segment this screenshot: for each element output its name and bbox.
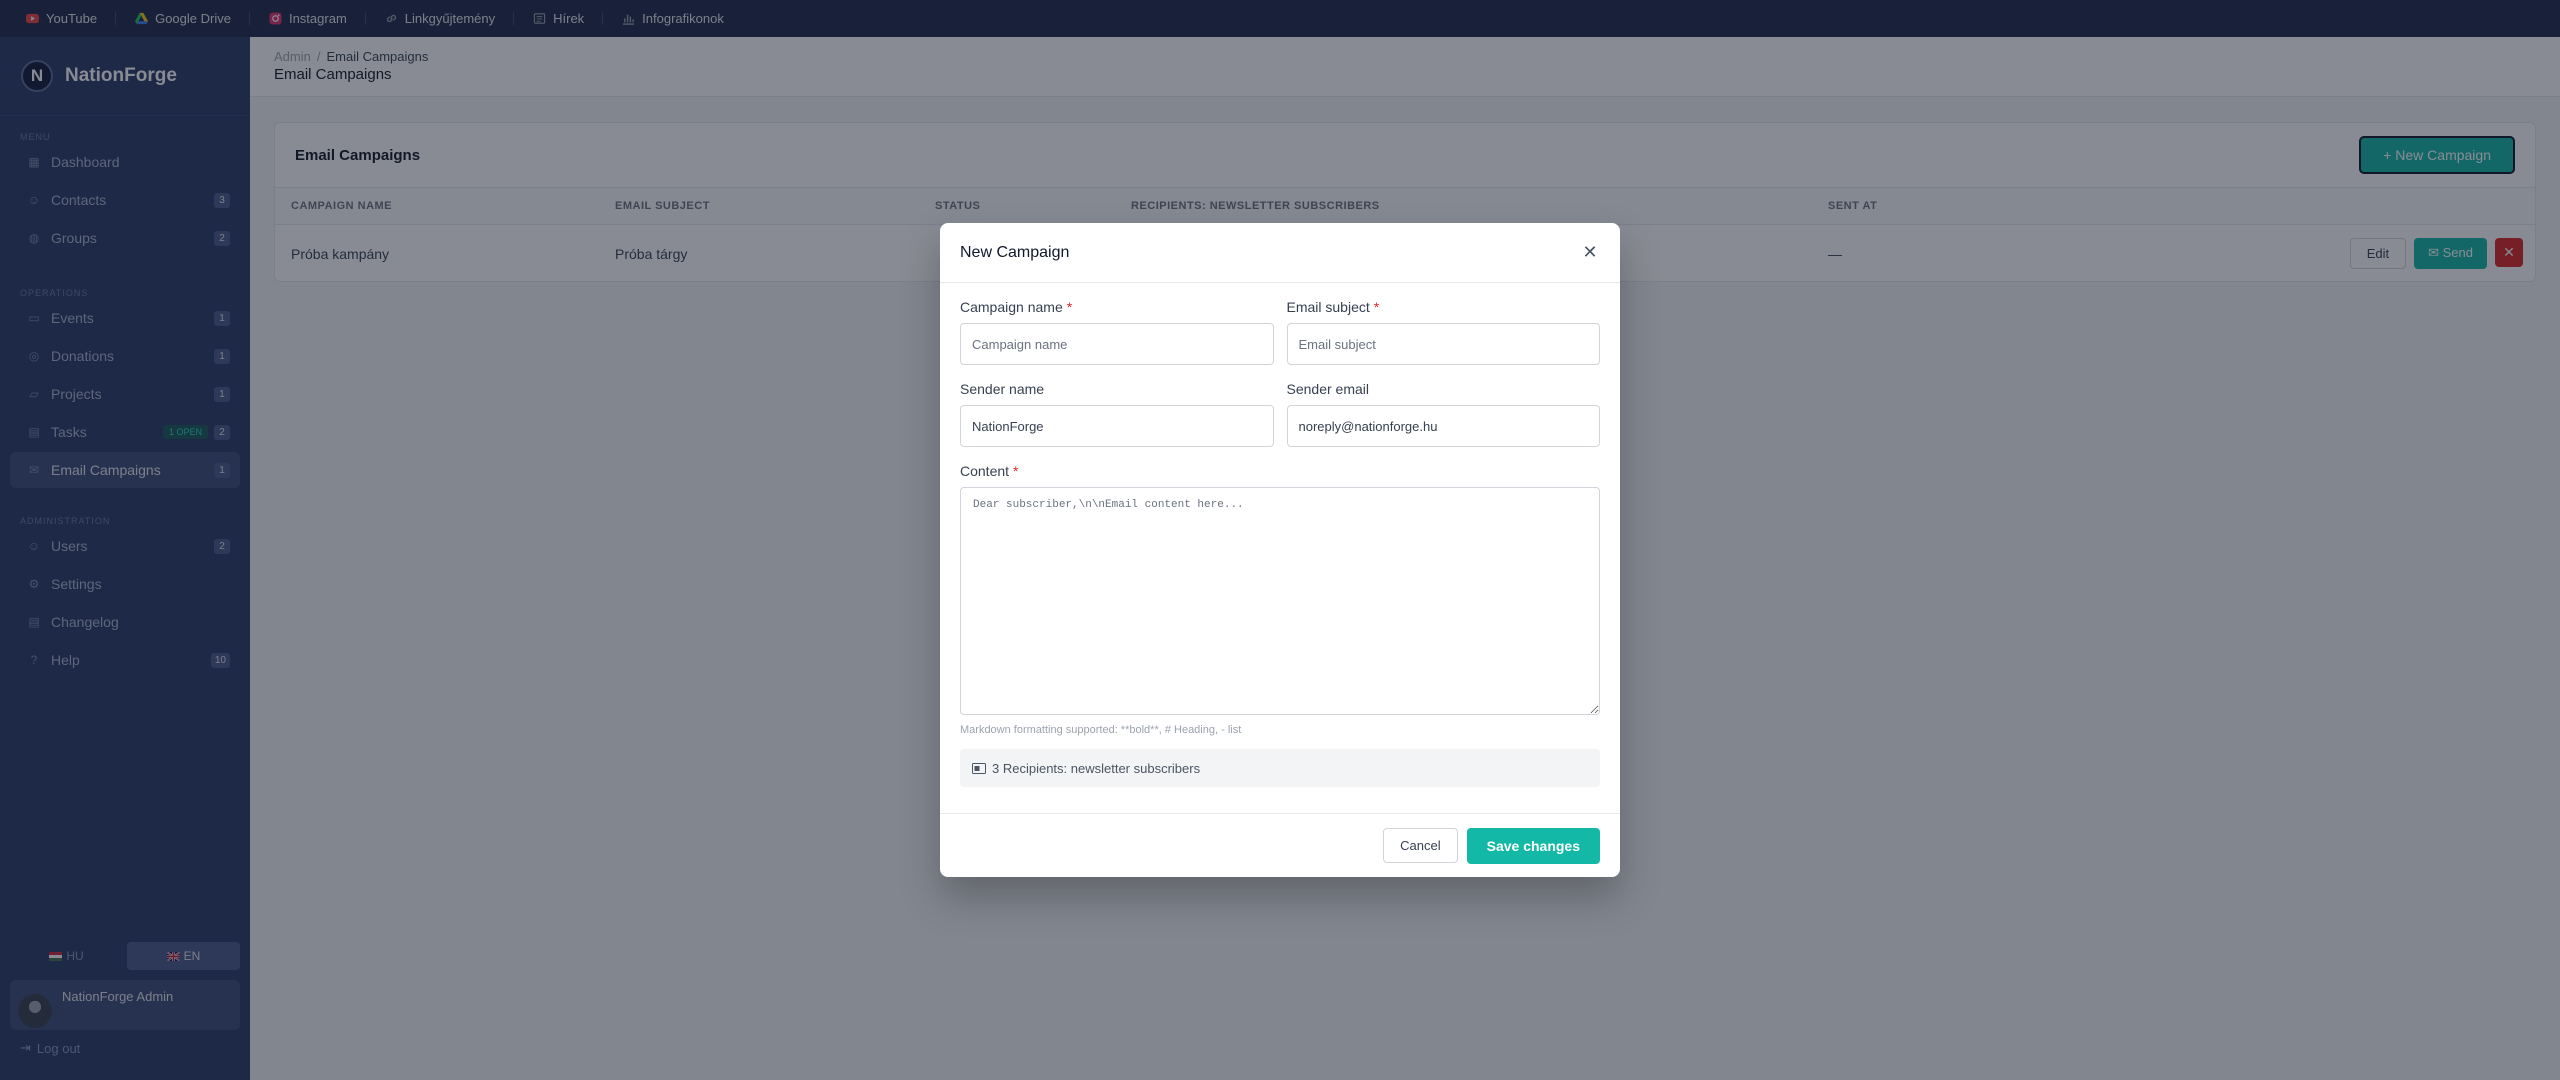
required-mark: * [1066,299,1073,315]
close-icon[interactable]: ✕ [1580,242,1600,263]
mailbox-icon [972,762,986,774]
sender-name-label: Sender name [960,381,1045,397]
content-label: Content * [960,463,1600,479]
required-mark: * [1373,299,1380,315]
markdown-hint: Markdown formatting supported: **bold**,… [960,724,1242,736]
modal-title: New Campaign [960,243,1070,261]
label-text: Content [960,463,1010,479]
new-campaign-modal: New Campaign ✕ Campaign name * Email sub… [940,223,1620,877]
required-mark: * [1013,463,1019,479]
sender-name-input[interactable] [960,405,1274,447]
recipients-info: 3 Recipients: newsletter subscribers [960,749,1600,787]
campaign-name-label: Campaign name * [960,299,1274,315]
sender-email-label: Sender email [1286,381,1370,397]
email-subject-input[interactable] [1286,323,1600,365]
campaign-name-input[interactable] [960,323,1274,365]
label-text: Campaign name [960,299,1063,315]
modal-footer: Cancel Save changes [940,813,1620,877]
content-textarea[interactable] [960,487,1600,715]
label-text: Email subject [1286,299,1370,315]
recipients-text: 3 Recipients: newsletter subscribers [992,760,1201,776]
modal-body: Campaign name * Email subject * Sender n… [940,283,1620,787]
email-subject-label: Email subject * [1287,299,1601,315]
save-button[interactable]: Save changes [1466,827,1600,864]
sender-email-input[interactable] [1286,405,1600,447]
modal-header: New Campaign ✕ [940,223,1620,283]
cancel-button[interactable]: Cancel [1383,828,1458,863]
